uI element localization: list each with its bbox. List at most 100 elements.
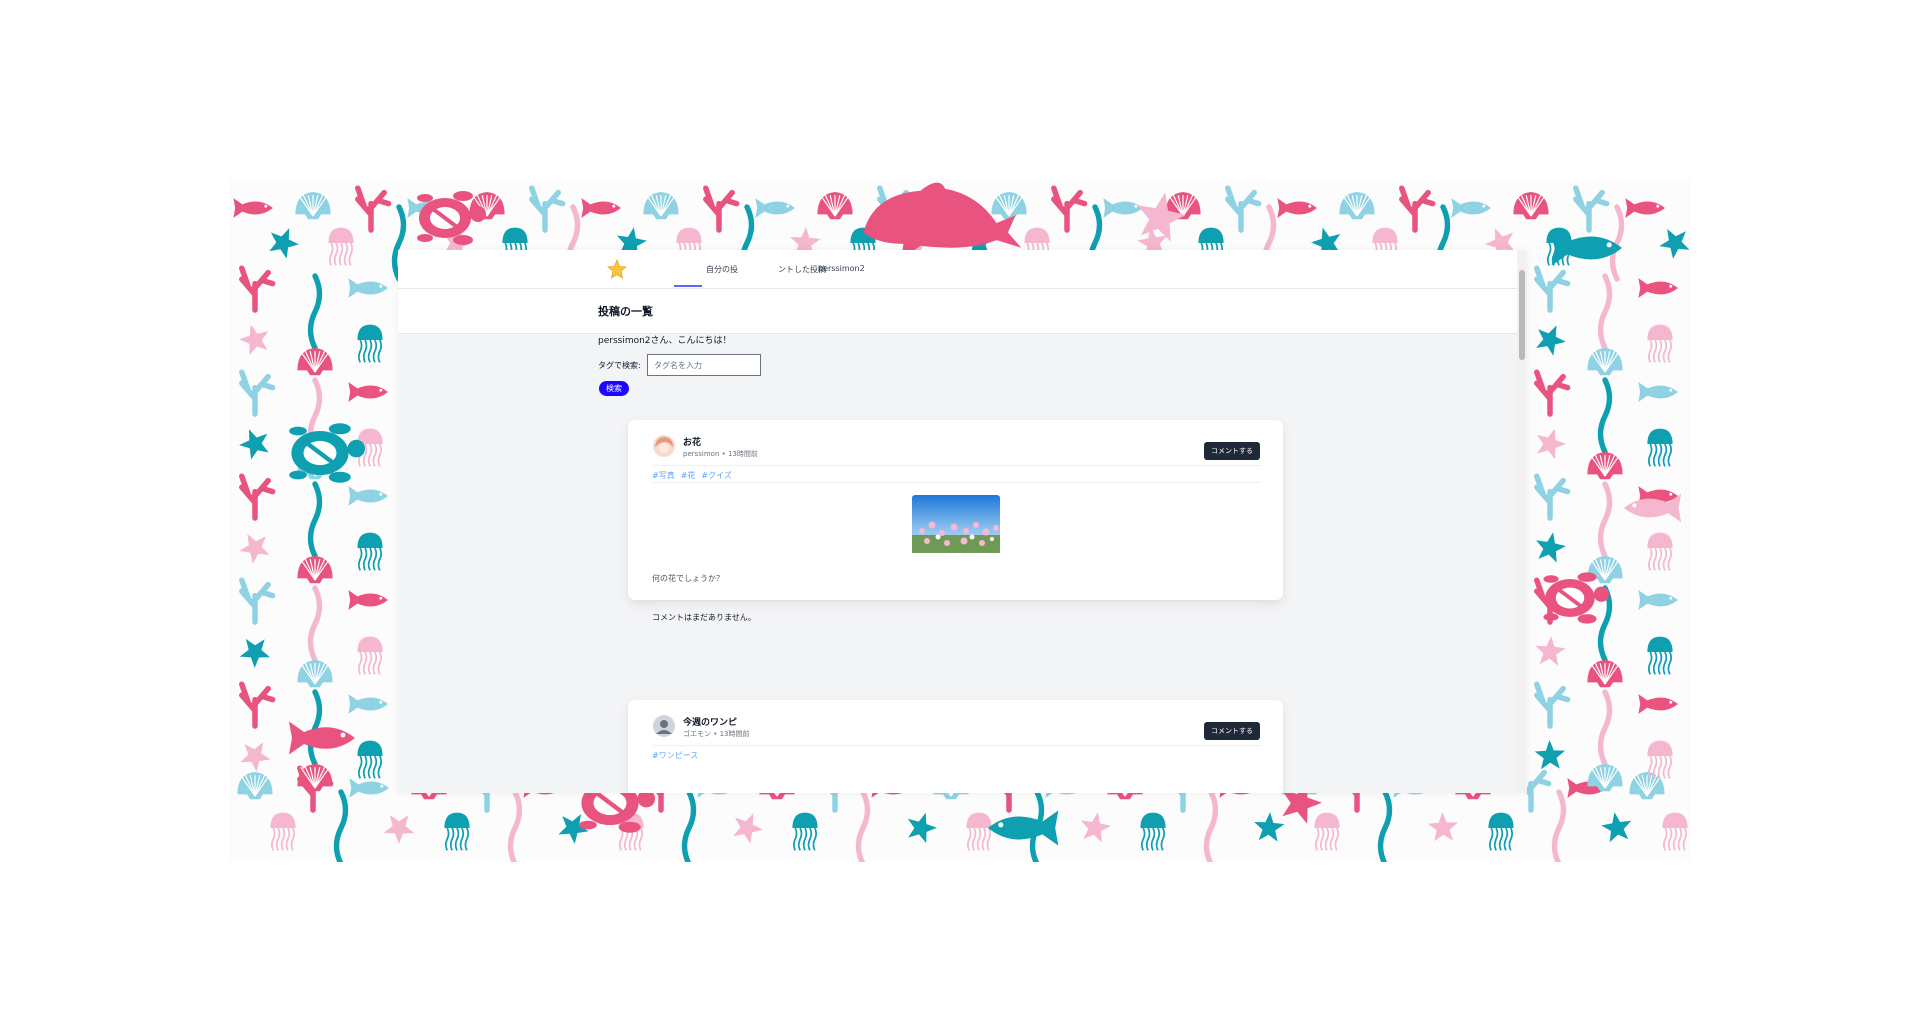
post-time: 13時間前 <box>719 730 750 738</box>
seaweed-icon <box>1377 789 1393 862</box>
starfish-icon <box>383 815 415 844</box>
coral-icon <box>239 681 276 729</box>
shell-icon <box>1513 192 1549 220</box>
fish-icon <box>581 198 621 218</box>
jellyfish-icon <box>357 532 383 571</box>
jellyfish-icon <box>966 812 992 851</box>
shell-icon <box>297 660 333 688</box>
tag-search-input[interactable] <box>647 354 761 376</box>
coral-icon <box>1534 681 1571 729</box>
starfish-icon <box>1535 636 1566 666</box>
starfish-logo-icon[interactable] <box>606 258 628 280</box>
post-tags: #ワンピース <box>652 750 704 761</box>
fish-icon <box>348 278 388 298</box>
post-author[interactable]: perssimon <box>683 450 719 458</box>
fish-icon <box>988 810 1059 846</box>
tag-link[interactable]: #花 <box>681 471 696 480</box>
coral-icon <box>1573 185 1610 233</box>
seaweed-icon <box>855 789 871 862</box>
post-meta: perssimon • 13時間前 <box>683 450 758 458</box>
starfish-icon <box>240 742 271 772</box>
fish-icon <box>349 778 389 798</box>
page-title: 投稿の一覧 <box>598 305 653 318</box>
fish-icon <box>348 694 388 714</box>
jellyfish-icon <box>792 812 818 851</box>
coral-icon <box>355 185 392 233</box>
shell-icon <box>991 192 1027 220</box>
shell-icon <box>817 192 853 220</box>
fish-icon <box>1638 694 1678 714</box>
jellyfish-icon <box>357 324 383 363</box>
avatar[interactable] <box>653 435 675 457</box>
jellyfish-icon <box>1647 428 1673 467</box>
post-body: 何の花でしょうか？ <box>652 574 724 583</box>
post-tags: #写真 #花 #クイズ <box>652 470 738 481</box>
shell-icon <box>1587 348 1623 376</box>
fish-icon <box>755 198 795 218</box>
seaweed-icon <box>307 273 323 351</box>
nav-user-menu[interactable]: perssimon2 <box>818 264 865 273</box>
greeting-text: perssimon2さん、こんにちは！ <box>598 336 732 346</box>
divider <box>652 465 1261 466</box>
dolphin-icon <box>863 182 1022 260</box>
post-title[interactable]: お花 <box>683 435 701 448</box>
tag-link[interactable]: #クイズ <box>701 471 731 480</box>
divider <box>652 603 1261 604</box>
fish-icon <box>233 198 273 218</box>
user-placeholder-icon <box>653 715 675 737</box>
post-author[interactable]: ゴエモン <box>683 730 711 738</box>
nav-my-posts[interactable]: 自分の投 <box>706 264 738 275</box>
jellyfish-icon <box>1647 324 1673 363</box>
seaweed-icon <box>1597 273 1613 351</box>
coral-icon <box>1534 473 1571 521</box>
scrollbar-thumb[interactable] <box>1519 270 1525 360</box>
starfish-icon <box>1537 428 1566 460</box>
jellyfish-icon <box>1647 532 1673 571</box>
avatar[interactable] <box>653 715 675 737</box>
fish-icon <box>1625 198 1665 218</box>
seaweed-icon <box>1203 789 1219 862</box>
coral-icon <box>239 473 276 521</box>
shell-icon <box>237 772 273 800</box>
starfish-icon <box>1536 325 1566 356</box>
seaweed-icon <box>333 789 349 862</box>
divider <box>652 745 1261 746</box>
post-title[interactable]: 今週のワンピ <box>683 715 737 728</box>
tag-link[interactable]: #写真 <box>652 471 675 480</box>
scrollbar[interactable] <box>1517 250 1527 793</box>
fish-icon <box>1451 198 1491 218</box>
shell-icon <box>295 192 331 220</box>
post-meta: ゴエモン • 13時間前 <box>683 730 750 738</box>
starfish-icon <box>1254 812 1285 842</box>
fish-icon <box>348 382 388 402</box>
flower-photo[interactable] <box>912 495 1000 553</box>
comment-button[interactable]: コメントする <box>1204 722 1260 740</box>
search-button[interactable]: 検索 <box>599 381 629 396</box>
coral-icon <box>703 185 740 233</box>
anime-avatar-icon <box>653 435 675 457</box>
jellyfish-icon <box>357 636 383 675</box>
seaweed-icon <box>1597 689 1613 767</box>
seaweed-icon <box>507 789 523 862</box>
fish-icon <box>1103 198 1143 218</box>
starfish-icon <box>239 429 269 460</box>
starfish-icon <box>239 638 271 668</box>
seaweed-icon <box>1551 789 1567 862</box>
coral-icon <box>239 577 276 625</box>
jellyfish-icon <box>1647 636 1673 675</box>
coral-icon <box>1534 369 1571 417</box>
coral-icon <box>1051 185 1088 233</box>
tag-link[interactable]: #ワンピース <box>652 751 698 760</box>
comment-button[interactable]: コメントする <box>1204 442 1260 460</box>
shell-icon <box>297 556 333 584</box>
coral-icon <box>529 185 566 233</box>
coral-icon <box>1534 265 1571 313</box>
shell-icon <box>643 192 679 220</box>
jellyfish-icon <box>1488 812 1514 851</box>
starfish-icon <box>239 533 270 564</box>
seaweed-icon <box>307 585 323 663</box>
coral-icon <box>1399 185 1436 233</box>
jellyfish-icon <box>328 227 354 266</box>
starfish-icon <box>1601 812 1632 843</box>
starfish-icon <box>1659 229 1690 259</box>
